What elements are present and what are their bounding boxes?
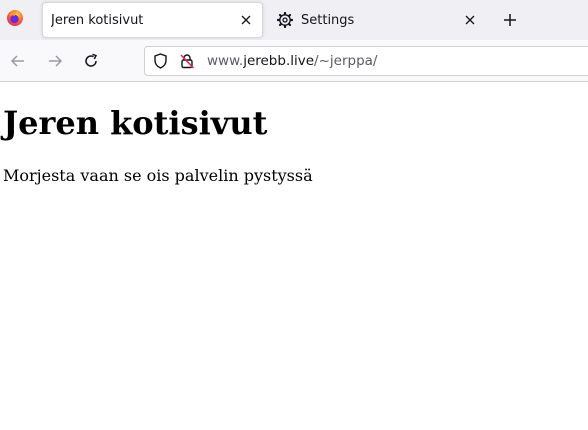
url-host: jerebb.live bbox=[243, 53, 315, 69]
forward-arrow-icon bbox=[49, 55, 63, 67]
page-content: Jeren kotisivut Morjesta vaan se ois pal… bbox=[0, 83, 588, 430]
new-tab-button[interactable] bbox=[497, 6, 523, 34]
shield-icon[interactable] bbox=[150, 51, 170, 71]
tab-close-button[interactable] bbox=[458, 8, 482, 32]
url-text[interactable]: www.jerebb.live/~jerppa/ bbox=[207, 53, 377, 69]
gear-icon bbox=[276, 11, 294, 29]
page-paragraph: Morjesta vaan se ois palvelin pystyssä bbox=[3, 165, 313, 185]
page-heading: Jeren kotisivut bbox=[3, 104, 268, 142]
tab-title: Jeren kotisivut bbox=[51, 12, 144, 28]
tab-close-button[interactable] bbox=[234, 8, 258, 32]
url-path: /~jerppa/ bbox=[314, 53, 378, 69]
firefox-logo-icon bbox=[6, 9, 24, 31]
navigation-toolbar: www.jerebb.live/~jerppa/ bbox=[0, 40, 588, 82]
firefox-menu-button[interactable] bbox=[0, 0, 30, 40]
reload-button[interactable] bbox=[77, 47, 105, 75]
back-arrow-icon bbox=[10, 55, 24, 67]
back-button[interactable] bbox=[4, 47, 32, 75]
reload-icon bbox=[85, 53, 98, 67]
address-bar[interactable]: www.jerebb.live/~jerppa/ bbox=[144, 46, 588, 76]
tab-settings[interactable]: Settings bbox=[272, 2, 486, 38]
forward-button[interactable] bbox=[41, 47, 69, 75]
close-icon bbox=[465, 15, 475, 25]
tab-title: Settings bbox=[301, 12, 355, 28]
close-icon bbox=[241, 15, 251, 25]
url-prefix: www. bbox=[207, 53, 244, 69]
tab-bar: Jeren kotisivut Settings bbox=[0, 0, 588, 40]
tab-jeren-kotisivut[interactable]: Jeren kotisivut bbox=[42, 2, 263, 38]
plus-icon bbox=[504, 14, 516, 26]
insecure-lock-icon[interactable] bbox=[177, 51, 197, 71]
